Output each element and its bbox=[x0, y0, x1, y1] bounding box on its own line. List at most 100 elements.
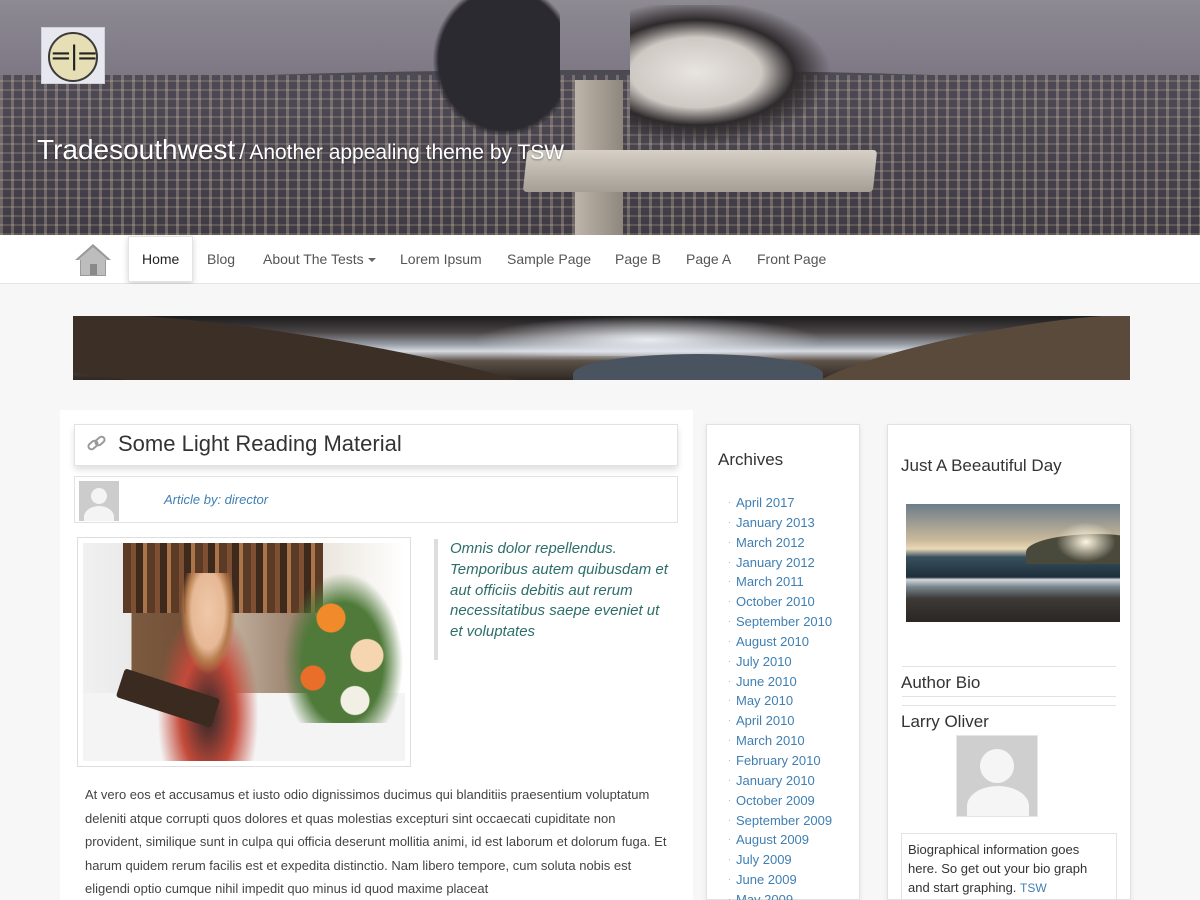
bullet-icon: · bbox=[728, 556, 731, 567]
bullet-icon: · bbox=[728, 874, 731, 885]
bullet-icon: · bbox=[728, 635, 731, 646]
archive-link[interactable]: · April 2010 bbox=[728, 712, 832, 732]
archive-link[interactable]: · May 2010 bbox=[728, 692, 832, 712]
bullet-icon: · bbox=[728, 854, 731, 865]
archive-link[interactable]: · January 2013 bbox=[728, 514, 832, 534]
banner-sky bbox=[473, 316, 823, 356]
archive-link-label: March 2010 bbox=[736, 733, 805, 749]
archive-link-label: January 2012 bbox=[736, 554, 815, 570]
site-title[interactable]: Tradesouthwest bbox=[37, 134, 235, 165]
archive-link-label: September 2009 bbox=[736, 812, 833, 828]
bullet-icon: · bbox=[728, 893, 731, 900]
beach-sun-glow bbox=[1056, 522, 1116, 562]
archive-link-label: June 2010 bbox=[736, 673, 797, 689]
archive-link-label: July 2010 bbox=[736, 653, 792, 669]
archive-link-label: March 2012 bbox=[736, 534, 805, 550]
archive-link[interactable]: · May 2009 bbox=[728, 891, 832, 900]
nav-item-about-the-tests[interactable]: About The Tests bbox=[263, 235, 376, 283]
bullet-icon: · bbox=[728, 794, 731, 805]
sidebar-widget: Just A Beeautiful Day Author Bio Larry O… bbox=[887, 424, 1131, 900]
nav-item-lorem-ipsum[interactable]: Lorem Ipsum bbox=[400, 235, 482, 283]
post-byline[interactable]: Article by: director bbox=[164, 492, 268, 507]
archive-link[interactable]: · January 2010 bbox=[728, 772, 832, 792]
bullet-icon: · bbox=[728, 834, 731, 845]
bullet-icon: · bbox=[728, 497, 731, 507]
archive-link[interactable]: · April 2017 bbox=[728, 494, 832, 514]
archive-link-label: October 2010 bbox=[736, 594, 815, 610]
archive-link[interactable]: · September 2010 bbox=[728, 613, 832, 633]
archive-link[interactable]: · February 2010 bbox=[728, 752, 832, 772]
caret-down-icon bbox=[367, 258, 376, 263]
avatar-head bbox=[91, 488, 107, 504]
archive-link[interactable]: · October 2009 bbox=[728, 792, 832, 812]
archive-link-label: April 2010 bbox=[736, 713, 795, 729]
site-logo-mark: =|= bbox=[48, 32, 98, 82]
header-person-man bbox=[420, 0, 560, 150]
author-bio-link[interactable]: TSW bbox=[1020, 881, 1047, 895]
archive-link[interactable]: · March 2011 bbox=[728, 573, 832, 593]
site-logo[interactable]: =|= bbox=[41, 27, 105, 84]
archives-list: · April 2017 · January 2013 · March 2012 · Janu… bbox=[728, 494, 832, 900]
nav-item-about-the-tests-label: About The Tests bbox=[263, 251, 364, 267]
bullet-icon: · bbox=[728, 616, 731, 627]
woman-reading-photo bbox=[83, 543, 405, 761]
banner-hill-middle bbox=[573, 354, 823, 380]
link-icon bbox=[87, 435, 106, 451]
banner-hill-right bbox=[793, 316, 1130, 380]
archive-link[interactable]: · July 2009 bbox=[728, 851, 832, 871]
divider bbox=[902, 696, 1116, 697]
bullet-icon: · bbox=[728, 695, 731, 706]
archive-link[interactable]: · September 2009 bbox=[728, 812, 832, 832]
author-avatar bbox=[79, 481, 119, 521]
divider bbox=[902, 666, 1116, 667]
archive-link-label: January 2013 bbox=[736, 514, 815, 530]
bullet-icon: · bbox=[728, 536, 731, 547]
title-separator: / bbox=[239, 139, 246, 164]
archive-link-label: September 2010 bbox=[736, 614, 833, 630]
nav-item-front-page[interactable]: Front Page bbox=[757, 235, 826, 283]
pullquote-text: Omnis dolor repellendus. Temporibus aute… bbox=[450, 540, 668, 641]
nav-item-home[interactable]: Home bbox=[128, 236, 194, 282]
archive-link[interactable]: · June 2010 bbox=[728, 673, 832, 693]
bullet-icon: · bbox=[728, 715, 731, 726]
avatar-body bbox=[84, 506, 114, 521]
archive-link-label: August 2009 bbox=[736, 832, 810, 848]
archives-title: Archives bbox=[718, 450, 784, 469]
nav-item-sample-page[interactable]: Sample Page bbox=[507, 235, 591, 283]
author-bio-box: Biographical information goes here. So g… bbox=[901, 833, 1117, 900]
nav-item-page-b[interactable]: Page B bbox=[615, 235, 661, 283]
post-meta: Article by: director bbox=[74, 476, 678, 523]
nav-item-blog[interactable]: Blog bbox=[207, 235, 235, 283]
archive-link[interactable]: · June 2009 bbox=[728, 871, 832, 891]
archive-link-label: August 2010 bbox=[736, 633, 810, 649]
home-icon[interactable] bbox=[73, 242, 113, 278]
mountain-banner-image bbox=[73, 316, 1130, 380]
site-branding: Tradesouthwest / Another appealing theme b… bbox=[37, 134, 564, 166]
bullet-icon: · bbox=[728, 596, 731, 607]
archive-link-label: October 2009 bbox=[736, 792, 815, 808]
archive-link[interactable]: · July 2010 bbox=[728, 653, 832, 673]
archive-link[interactable]: · August 2010 bbox=[728, 633, 832, 653]
archive-link[interactable]: · October 2010 bbox=[728, 593, 832, 613]
photo-flowers bbox=[283, 573, 403, 723]
bullet-icon: · bbox=[728, 774, 731, 785]
header-bench bbox=[522, 150, 878, 192]
archive-link-label: May 2010 bbox=[736, 693, 794, 709]
avatar-head bbox=[980, 749, 1014, 783]
divider bbox=[902, 705, 1116, 706]
post-body-text: At vero eos et accusamus et iusto odio d… bbox=[85, 787, 667, 897]
avatar-body bbox=[967, 786, 1029, 816]
archive-link[interactable]: · January 2012 bbox=[728, 554, 832, 574]
archive-link[interactable]: · March 2012 bbox=[728, 534, 832, 554]
nav-item-page-a[interactable]: Page A bbox=[686, 235, 731, 283]
bullet-icon: · bbox=[728, 754, 731, 765]
site-tagline: Another appealing theme by TSW bbox=[249, 141, 565, 164]
post-title[interactable]: Some Light Reading Material bbox=[118, 431, 402, 457]
bullet-icon: · bbox=[728, 516, 731, 527]
archive-link-label: January 2010 bbox=[736, 772, 815, 788]
archive-link[interactable]: · March 2010 bbox=[728, 732, 832, 752]
archive-link-label: July 2009 bbox=[736, 852, 792, 868]
archive-link[interactable]: · August 2009 bbox=[728, 831, 832, 851]
header-person-woman bbox=[630, 5, 850, 155]
archive-link-label: June 2009 bbox=[736, 872, 797, 888]
